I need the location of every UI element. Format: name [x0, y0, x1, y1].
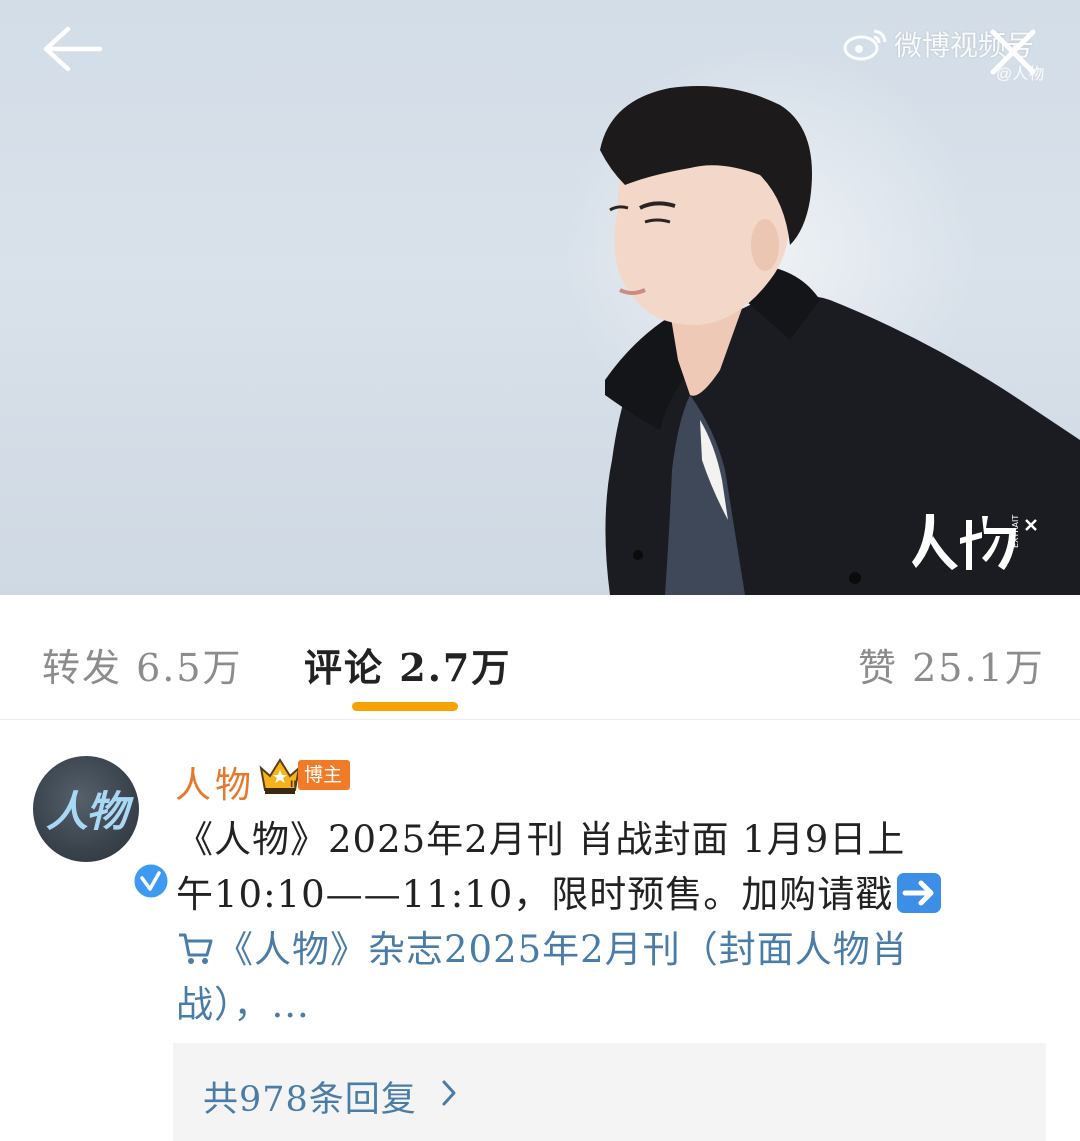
product-link[interactable]: 战），...: [176, 977, 996, 1032]
comment-item: 人物 人物 II 博主 《人物》2025年2月刊 肖战封面 1月9日上 午10:…: [0, 720, 1080, 1141]
comment-text-1: 《人物》2025年2月刊 肖战封面 1月9日上: [176, 818, 906, 861]
renwu-magazine-logo: EXTRAIT: [912, 514, 1037, 570]
tab-like[interactable]: 赞 25.1万: [858, 637, 1045, 692]
svg-text:EXTRAIT: EXTRAIT: [1011, 515, 1020, 548]
verified-check-icon: [131, 861, 171, 901]
comment-body: 《人物》2025年2月刊 肖战封面 1月9日上 午10:10——11:10，限时…: [176, 812, 996, 1032]
post-image[interactable]: 微博视频号 @人物 EXTRAIT: [0, 0, 1080, 595]
weibo-logo-icon: [843, 29, 887, 61]
replies-count-text: 共978条回复: [203, 1080, 417, 1120]
avatar-logo-text: 人物: [45, 787, 128, 836]
username[interactable]: 人物: [175, 756, 255, 808]
interaction-tabs: 转发 6.5万 评论 2.7万 赞 25.1万: [0, 595, 1080, 720]
active-tab-indicator: [352, 702, 458, 711]
avatar[interactable]: 人物: [33, 756, 171, 901]
shopping-cart-icon: [179, 933, 213, 964]
weibo-comments-page: 微博视频号 @人物 EXTRAIT 转发 6.5万 评论 2.7万 赞 25.1…: [0, 0, 1080, 1141]
view-replies-button[interactable]: 共978条回复: [173, 1043, 1046, 1141]
arrow-left-icon[interactable]: [40, 24, 104, 76]
product-link-text-1: 《人物》杂志2025年2月刊（封面人物肖: [216, 928, 909, 971]
tab-comment[interactable]: 评论 2.7万: [304, 637, 511, 692]
tab-like-count: 25.1万: [912, 646, 1045, 690]
comment-text-line: 午10:10——11:10，限时预售。加购请戳: [176, 867, 996, 922]
tab-comment-count: 2.7万: [399, 645, 512, 690]
comment-text-line: 《人物》2025年2月刊 肖战封面 1月9日上: [176, 812, 996, 867]
tab-like-label: 赞: [858, 646, 899, 690]
comment-text-2: 午10:10——11:10，限时预售。加购请戳: [176, 873, 894, 916]
product-link-text-2: 战），...: [176, 983, 310, 1026]
right-arrow-emoji-icon: [897, 873, 942, 913]
tab-repost-label: 转发: [42, 646, 123, 690]
svg-text:II: II: [290, 780, 297, 790]
chevron-right-icon: [442, 1080, 456, 1106]
tab-repost-count: 6.5万: [136, 646, 243, 690]
product-link[interactable]: 《人物》杂志2025年2月刊（封面人物肖: [176, 922, 996, 977]
crown-icon: II: [259, 758, 301, 794]
tab-repost[interactable]: 转发 6.5万: [42, 637, 243, 692]
close-icon[interactable]: [985, 24, 1041, 80]
tab-comment-label: 评论: [304, 645, 385, 690]
author-badge: 博主: [298, 760, 351, 790]
